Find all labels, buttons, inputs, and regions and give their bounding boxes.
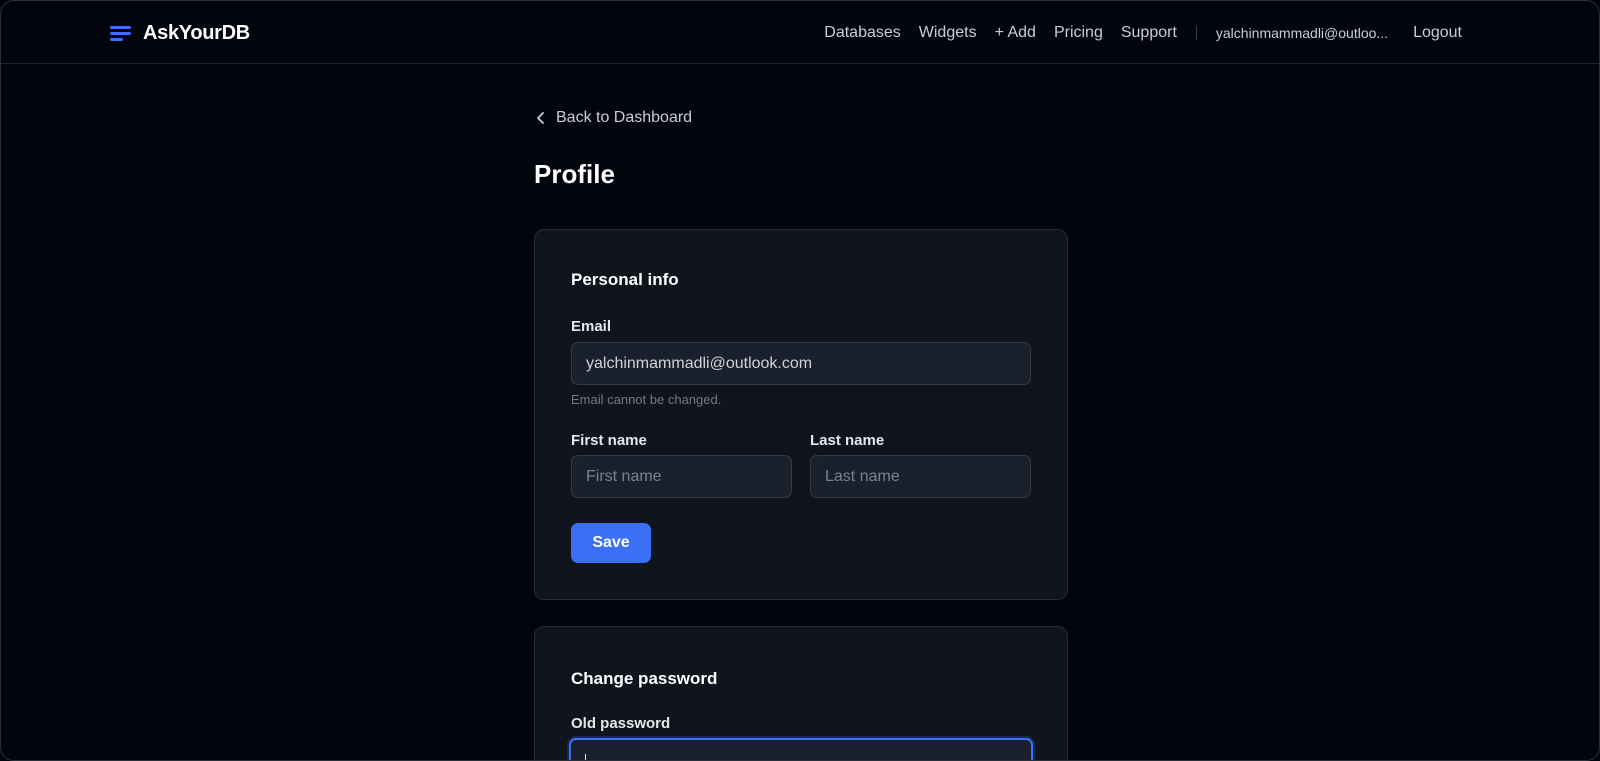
- save-button[interactable]: Save: [571, 523, 651, 563]
- top-navbar: AskYourDB Databases Widgets + Add Pricin…: [1, 1, 1599, 64]
- text-caret: [585, 754, 586, 760]
- personal-info-title: Personal info: [571, 270, 679, 289]
- first-name-field[interactable]: [571, 455, 792, 498]
- first-name-label: First name: [571, 432, 647, 449]
- nav-support[interactable]: Support: [1121, 24, 1177, 42]
- brand[interactable]: AskYourDB: [110, 20, 250, 46]
- back-to-dashboard-link[interactable]: Back to Dashboard: [536, 109, 692, 127]
- email-field[interactable]: [571, 342, 1031, 385]
- nav-widgets[interactable]: Widgets: [919, 24, 977, 42]
- nav-pricing[interactable]: Pricing: [1054, 24, 1103, 42]
- app-window: AskYourDB Databases Widgets + Add Pricin…: [0, 0, 1600, 761]
- page-title: Profile: [534, 159, 615, 189]
- brand-name: AskYourDB: [143, 21, 250, 44]
- email-label: Email: [571, 318, 612, 335]
- user-email-link[interactable]: yalchinmammadli@outloo...: [1216, 25, 1388, 41]
- last-name-field[interactable]: [810, 455, 1031, 498]
- back-link-label: Back to Dashboard: [556, 109, 693, 126]
- chevron-left-icon: [537, 112, 544, 124]
- nav-databases[interactable]: Databases: [824, 24, 901, 42]
- logout-link[interactable]: Logout: [1413, 24, 1462, 42]
- nav-divider: [1195, 26, 1197, 40]
- email-hint: Email cannot be changed.: [571, 392, 722, 407]
- last-name-label: Last name: [810, 432, 885, 449]
- old-password-field[interactable]: [569, 738, 1033, 760]
- nav-add[interactable]: + Add: [995, 24, 1036, 42]
- personal-info-card: Personal info Email Email cannot be chan…: [534, 229, 1068, 600]
- change-password-title: Change password: [571, 669, 718, 688]
- menu-lines-logo-icon: [110, 25, 131, 41]
- change-password-card: Change password Old password: [534, 626, 1068, 760]
- nav-links: Databases Widgets + Add Pricing Support …: [806, 21, 1462, 45]
- old-password-label: Old password: [571, 715, 671, 732]
